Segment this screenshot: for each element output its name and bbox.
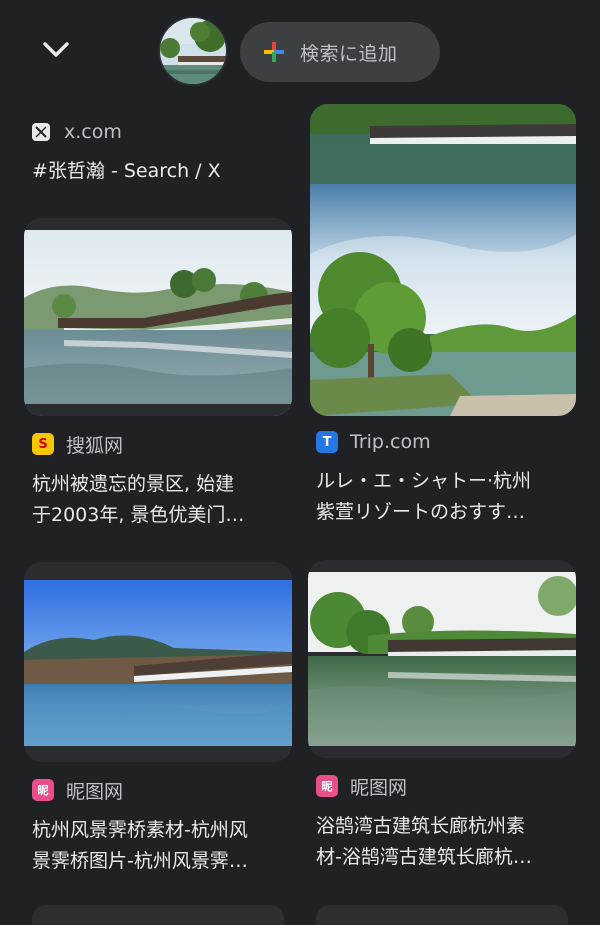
source-row: T Trip.com bbox=[316, 429, 431, 455]
result-card-xcom[interactable]: x.com #张哲瀚 - Search / X bbox=[0, 100, 300, 210]
query-image-thumbnail[interactable] bbox=[160, 18, 226, 84]
add-to-search-button[interactable]: 検索に追加 bbox=[240, 22, 440, 82]
sohu-logo-icon: S bbox=[32, 433, 54, 455]
collapse-chevron-icon[interactable] bbox=[36, 32, 76, 68]
source-row: 昵 昵图网 bbox=[316, 773, 407, 799]
source-name: 昵图网 bbox=[350, 776, 408, 799]
source-name: x.com bbox=[64, 121, 122, 143]
x-logo-icon bbox=[32, 123, 50, 141]
result-title-line[interactable]: 景霁桥图片-杭州风景霁… bbox=[32, 847, 294, 876]
source-row: 昵 昵图网 bbox=[32, 777, 123, 803]
result-title-line[interactable]: 于2003年, 景色优美门… bbox=[32, 501, 294, 530]
result-card-trip[interactable]: T Trip.com ルレ・エ・シャトー·杭州 紫萱リゾートのおすす… bbox=[300, 100, 600, 530]
result-image[interactable] bbox=[24, 562, 292, 762]
result-title-line[interactable]: 紫萱リゾートのおすす… bbox=[316, 498, 586, 527]
google-plus-icon bbox=[264, 42, 284, 62]
result-title-line[interactable]: 材-浴鹄湾古建筑长廊杭… bbox=[316, 843, 580, 872]
result-title-line[interactable]: 浴鹄湾古建筑长廊杭州素 bbox=[316, 812, 580, 841]
result-card-sohu[interactable]: S 搜狐网 杭州被遗忘的景区, 始建 于2003年, 景色优美门… bbox=[0, 218, 300, 548]
nipic-logo-icon: 昵 bbox=[316, 775, 338, 797]
result-title-line[interactable]: #张哲瀚 - Search / X bbox=[32, 157, 292, 186]
trip-logo-icon: T bbox=[316, 431, 338, 453]
nipic-logo-icon: 昵 bbox=[32, 779, 54, 801]
add-to-search-label: 検索に追加 bbox=[300, 42, 398, 65]
source-row: x.com bbox=[32, 119, 122, 145]
result-title-line[interactable]: 杭州风景霁桥素材-杭州风 bbox=[32, 816, 294, 845]
result-image[interactable] bbox=[308, 560, 576, 758]
source-name: 昵图网 bbox=[66, 780, 124, 803]
top-bar: 検索に追加 bbox=[0, 0, 600, 100]
source-row: S 搜狐网 bbox=[32, 431, 123, 457]
source-name: 搜狐网 bbox=[66, 434, 124, 457]
result-image[interactable] bbox=[310, 104, 576, 416]
result-image[interactable] bbox=[24, 218, 292, 416]
result-card-nipic-2[interactable]: 昵 昵图网 浴鹄湾古建筑长廊杭州素 材-浴鹄湾古建筑长廊杭… bbox=[300, 560, 600, 890]
result-title-line[interactable]: ルレ・エ・シャトー·杭州 bbox=[316, 467, 586, 496]
next-result-peek bbox=[316, 905, 568, 925]
next-result-peek bbox=[32, 905, 284, 925]
result-card-nipic-1[interactable]: 昵 昵图网 杭州风景霁桥素材-杭州风 景霁桥图片-杭州风景霁… bbox=[0, 562, 300, 892]
result-title-line[interactable]: 杭州被遗忘的景区, 始建 bbox=[32, 470, 294, 499]
source-name: Trip.com bbox=[350, 431, 431, 453]
